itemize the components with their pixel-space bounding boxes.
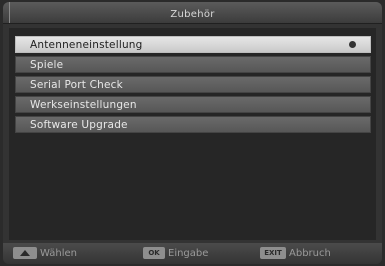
hint-exit-label: Abbruch [289,248,331,259]
menu-item-software-upgrade[interactable]: Software Upgrade [15,116,371,133]
hint-select-label: Wählen [40,248,77,259]
exit-key-icon: EXIT [260,247,286,259]
menu-item-label: Spiele [30,59,64,71]
menu-item-label: Serial Port Check [30,79,123,91]
gear-icon [349,41,356,48]
arrow-up-shape [20,250,30,256]
menu-list: Antenneneinstellung Spiele Serial Port C… [15,36,371,136]
window-title: Zubehör [170,9,215,20]
title-bar: Zubehör [3,2,382,24]
up-down-arrows-icon [13,247,37,259]
menu-item-label: Werkseinstellungen [30,99,137,111]
menu-item-spiele[interactable]: Spiele [15,56,371,73]
footer-hint-bar: Wählen OK Eingabe EXIT Abbruch [3,243,382,264]
hint-ok-label: Eingabe [168,248,209,259]
menu-item-werkseinstellungen[interactable]: Werkseinstellungen [15,96,371,113]
tv-screen: Zubehör Antenneneinstellung Spiele Seria… [0,0,385,266]
title-bar-edge-left [9,2,10,23]
ok-key-icon: OK [143,247,165,259]
menu-panel: Antenneneinstellung Spiele Serial Port C… [9,28,376,240]
menu-item-label: Software Upgrade [30,119,128,131]
menu-item-label: Antenneneinstellung [30,39,143,51]
menu-item-antenneneinstellung[interactable]: Antenneneinstellung [15,36,371,53]
menu-item-serial-port-check[interactable]: Serial Port Check [15,76,371,93]
menu-window: Zubehör Antenneneinstellung Spiele Seria… [3,2,382,264]
